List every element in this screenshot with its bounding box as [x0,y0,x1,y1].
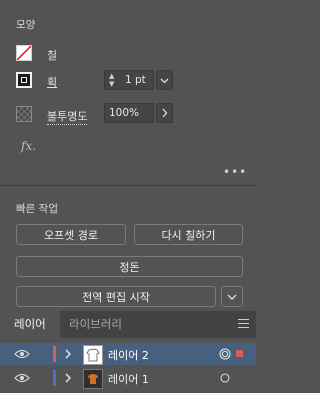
layer-name[interactable]: 레이어 2 [108,347,149,363]
chevron-right-icon[interactable] [64,349,72,359]
appearance-section-title: 모양 [16,19,36,31]
selection-indicator[interactable] [236,350,243,357]
fill-swatch[interactable] [16,45,32,61]
stroke-weight-stepper-icon[interactable]: ▲ ▼ [109,72,114,88]
layer-row-1[interactable]: 레이어 1 [0,367,256,389]
panel-menu-icon[interactable] [238,319,249,328]
section-divider [0,185,256,186]
more-options-icon[interactable]: ••• [223,165,247,179]
layer-row-2[interactable]: 레이어 2 [0,343,256,365]
no-fill-icon [17,46,31,60]
recolor-button[interactable]: 다시 칠하기 [134,224,243,245]
chevron-down-icon [227,294,237,300]
eye-icon[interactable] [14,349,30,359]
opacity-value: 100% [109,107,140,119]
stroke-weight-field[interactable]: ▲ ▼ 1 pt [104,70,154,90]
shirt-thumbnail-icon [88,374,98,384]
chevron-right-icon[interactable] [64,373,72,383]
layer-name[interactable]: 레이어 1 [108,371,149,387]
arrange-button[interactable]: 정돈 [16,256,243,277]
stroke-weight-dropdown[interactable] [156,70,173,90]
layer-color-bar [53,346,56,362]
fx-effects-icon[interactable]: fx. [21,139,36,153]
target-icon[interactable] [219,372,231,384]
global-edit-dropdown[interactable] [221,286,243,307]
stroke-weight-value: 1 pt [125,74,146,86]
chevron-right-icon [162,108,168,118]
tab-layers[interactable]: 레이어 [14,311,46,338]
stroke-inner-square [21,77,27,83]
start-global-edit-button[interactable]: 전역 편집 시작 [16,286,216,307]
opacity-field[interactable]: 100% [104,103,154,123]
opacity-label[interactable]: 불투명도 [47,108,88,125]
target-icon[interactable] [219,348,231,360]
opacity-checker-icon[interactable] [16,106,32,122]
shirt-thumbnail-icon [86,348,100,362]
stroke-swatch[interactable] [16,72,32,88]
offset-path-button[interactable]: 오프셋 경로 [16,224,126,245]
tab-libraries[interactable]: 라이브러리 [69,311,122,338]
layer-thumbnail [83,369,103,389]
stroke-label[interactable]: 획 [47,74,57,90]
chevron-down-icon [160,78,169,84]
layer-thumbnail [83,345,103,365]
layer-color-bar [53,370,56,386]
eye-icon[interactable] [14,373,30,383]
opacity-expand[interactable] [156,103,173,123]
fill-label[interactable]: 칠 [47,47,57,63]
quick-actions-title: 빠른 작업 [16,203,58,215]
